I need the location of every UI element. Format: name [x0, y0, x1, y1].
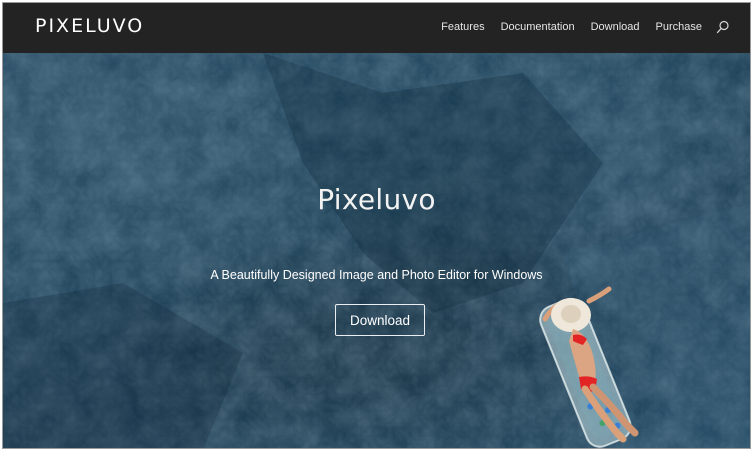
hero-title: Pixeluvo — [317, 183, 436, 216]
download-button[interactable]: Download — [335, 304, 425, 336]
main-navigation: Features Documentation Download Purchase — [425, 20, 730, 34]
nav-link-features[interactable]: Features — [441, 21, 484, 33]
browser-viewport: PIXELUVO Features Documentation Download… — [2, 2, 751, 449]
swimmer-on-float-image — [539, 286, 639, 448]
top-navbar: PIXELUVO Features Documentation Download… — [3, 3, 750, 53]
hero-subtitle: A Beautifully Designed Image and Photo E… — [210, 268, 543, 282]
nav-link-documentation[interactable]: Documentation — [501, 21, 575, 33]
search-icon[interactable] — [716, 20, 730, 34]
nav-link-download[interactable]: Download — [591, 21, 640, 33]
hero-section: Pixeluvo A Beautifully Designed Image an… — [3, 53, 750, 448]
site-logo[interactable]: PIXELUVO — [35, 15, 144, 37]
nav-link-purchase[interactable]: Purchase — [656, 21, 702, 33]
